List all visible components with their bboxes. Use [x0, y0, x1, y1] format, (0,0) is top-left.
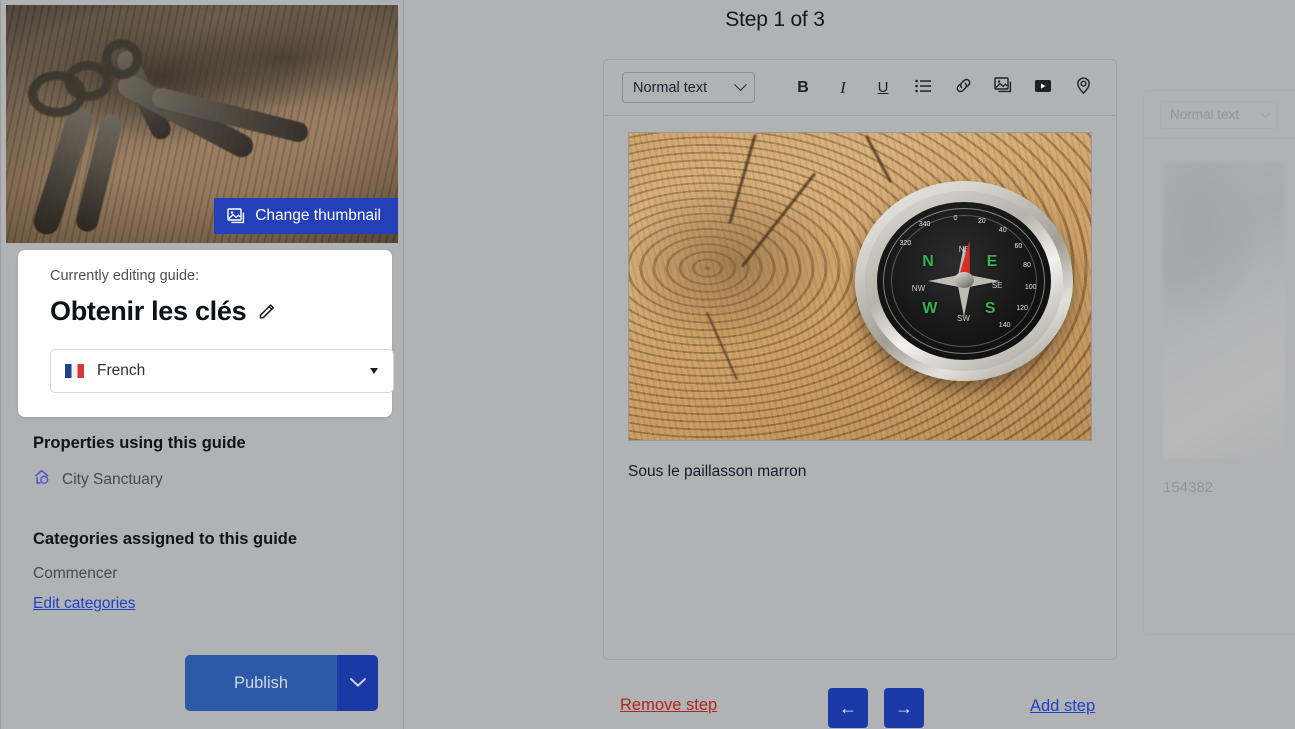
edit-categories-link[interactable]: Edit categories [33, 595, 136, 613]
language-select[interactable]: French [50, 349, 394, 393]
category-item: Commencer [33, 565, 118, 582]
guide-editor-screen: Change thumbnail Currently editing guide… [0, 0, 1295, 729]
video-button[interactable] [1023, 68, 1063, 108]
next-step-preview-caption: 154382 [1163, 479, 1214, 496]
previous-step-button[interactable]: ← [828, 688, 868, 728]
image-stack-icon [993, 76, 1013, 99]
text-style-value: Normal text [633, 79, 708, 96]
next-step-preview-image [1163, 162, 1285, 457]
arrow-left-icon: ← [839, 697, 857, 718]
next-step-text-style-value: Normal text [1170, 107, 1240, 122]
chevron-down-icon [1260, 108, 1271, 119]
italic-button[interactable]: I [823, 68, 863, 108]
page-title: Obtenir les clés [50, 296, 247, 326]
add-step-link[interactable]: Add step [1030, 697, 1095, 716]
currently-editing-label: Currently editing guide: [50, 268, 200, 284]
edit-title-button[interactable] [258, 301, 277, 323]
property-name: City Sanctuary [62, 471, 163, 488]
step-counter-label: Step 1 of 3 [725, 8, 825, 31]
next-step-preview-toolbar: Normal text [1144, 91, 1295, 139]
underline-button[interactable]: U [863, 68, 903, 108]
guide-sidebar: Change thumbnail Currently editing guide… [0, 0, 404, 729]
categories-section-heading: Categories assigned to this guide [33, 530, 298, 548]
step-editor-card: Normal text B I U 0 20 40 60 80 100 120 … [603, 59, 1117, 660]
step-image[interactable]: 0 20 40 60 80 100 120 140 340 320 N E W … [628, 132, 1092, 441]
properties-section-heading: Properties using this guide [33, 434, 246, 452]
editor-toolbar: Normal text B I U [604, 60, 1116, 116]
caret-down-icon [370, 368, 378, 374]
publish-options-button[interactable] [337, 655, 378, 711]
publish-button[interactable]: Publish [185, 655, 337, 711]
pencil-icon [258, 301, 277, 323]
property-list-item[interactable]: City Sanctuary [33, 468, 163, 492]
location-pin-icon [1074, 76, 1093, 100]
list-icon [914, 78, 932, 98]
next-step-button[interactable]: → [884, 688, 924, 728]
next-step-preview-card[interactable]: Normal text 154382 [1143, 90, 1295, 635]
change-thumbnail-label: Change thumbnail [255, 207, 381, 224]
link-button[interactable] [943, 68, 983, 108]
change-thumbnail-button[interactable]: Change thumbnail [214, 198, 398, 234]
compass-graphic: 0 20 40 60 80 100 120 140 340 320 N E W … [855, 181, 1073, 381]
chevron-down-icon [349, 676, 367, 691]
chevron-down-icon [734, 78, 747, 92]
step-caption[interactable]: Sous le paillasson marron [628, 463, 1092, 481]
image-stack-icon [227, 207, 246, 225]
next-step-text-style-select: Normal text [1160, 100, 1278, 129]
publish-button-group: Publish [185, 655, 378, 711]
step-counter: Step 1 of 3 [0, 8, 1295, 32]
language-value: French [97, 362, 146, 379]
guide-thumbnail: Change thumbnail [6, 5, 398, 243]
editor-content[interactable]: 0 20 40 60 80 100 120 140 340 320 N E W … [604, 116, 1116, 497]
flag-france-icon [65, 364, 84, 378]
link-icon [954, 76, 973, 100]
arrow-right-icon: → [895, 697, 913, 718]
bulleted-list-button[interactable] [903, 68, 943, 108]
text-style-select[interactable]: Normal text [622, 72, 755, 103]
property-home-pin-icon [33, 468, 52, 492]
location-button[interactable] [1063, 68, 1103, 108]
guide-title-row: Obtenir les clés [50, 296, 374, 327]
remove-step-link[interactable]: Remove step [620, 696, 717, 715]
image-button[interactable] [983, 68, 1023, 108]
video-play-icon [1034, 78, 1052, 98]
bold-button[interactable]: B [783, 68, 823, 108]
currently-editing-card: Currently editing guide: Obtenir les clé… [18, 250, 394, 417]
